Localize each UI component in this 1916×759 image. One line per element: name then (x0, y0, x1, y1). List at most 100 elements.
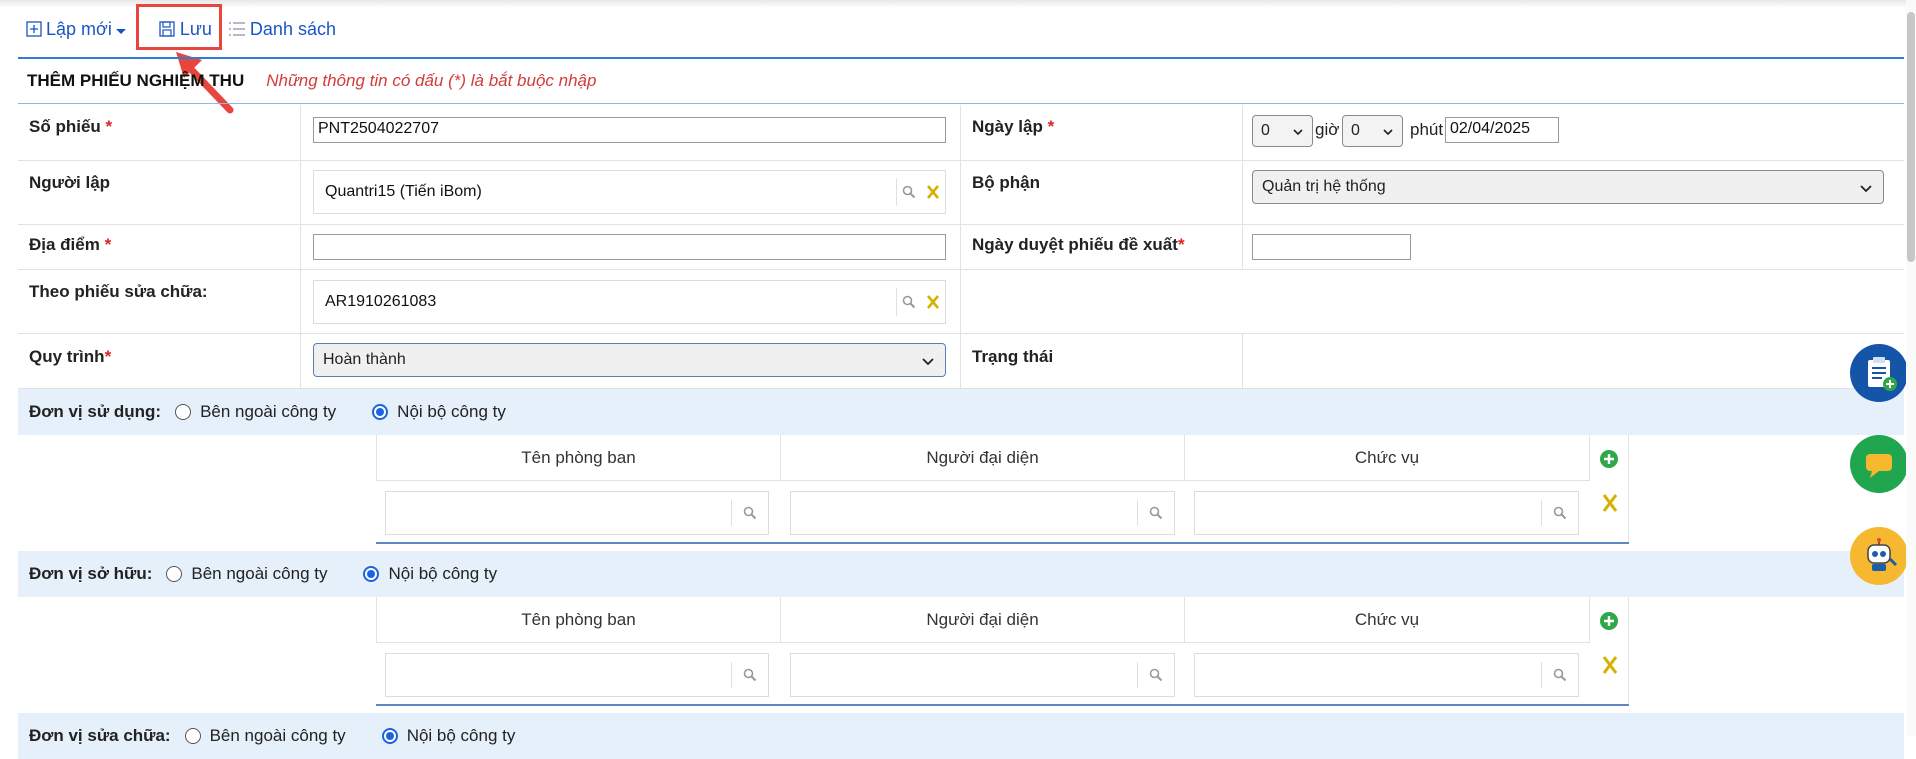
cell-value: Quản trị hệ thống (1243, 161, 1904, 224)
ngay-lap-label: Ngày lập * (972, 117, 1054, 137)
department-lookup[interactable] (385, 653, 769, 697)
search-icon[interactable] (1542, 506, 1578, 520)
chevron-down-icon (922, 358, 934, 366)
page-title: THÊM PHIẾU NGHIỆM THU (27, 71, 245, 90)
cell-label: Theo phiếu sửa chữa: (18, 270, 301, 333)
search-icon[interactable] (732, 506, 768, 520)
cell-label: Người lập (18, 161, 301, 224)
search-icon[interactable] (732, 668, 768, 682)
required-hint: Những thông tin có dấu (*) là bắt buộc n… (266, 71, 597, 90)
cell-label: Ngày lập * (961, 105, 1243, 160)
radio-label: Bên ngoài công ty (200, 402, 337, 421)
cell-value: AR1910261083 (301, 270, 961, 333)
radio-internal[interactable]: Nội bộ công ty (372, 402, 506, 422)
action-column (1590, 435, 1629, 543)
section-label: Đơn vị sở hữu: (29, 564, 153, 583)
action-column (1590, 597, 1629, 705)
ngay-duyet-input[interactable] (1252, 234, 1411, 260)
minute-value: 0 (1351, 122, 1360, 139)
radio-circle[interactable] (184, 728, 201, 744)
cell-label: Quy trình* (18, 334, 301, 388)
remove-row-icon[interactable] (1602, 655, 1618, 675)
chat-float-button[interactable] (1850, 435, 1908, 493)
radio-external[interactable]: Bên ngoài công ty (184, 726, 346, 746)
list-button[interactable]: Danh sách (228, 19, 336, 40)
search-icon[interactable] (897, 295, 921, 309)
so-phieu-input[interactable]: PNT2504022707 (313, 117, 946, 143)
minute-unit: phút (1410, 120, 1444, 139)
robot-assistant-float-button[interactable] (1850, 527, 1908, 585)
scrollbar-thumb[interactable] (1907, 12, 1915, 262)
don-vi-so-huu-table: Tên phòng ban Người đại diện Chức vụ (376, 597, 1646, 707)
add-note-float-button[interactable] (1850, 344, 1908, 402)
radio-circle-selected[interactable] (381, 728, 398, 744)
radio-label: Bên ngoài công ty (209, 726, 346, 745)
position-lookup[interactable] (1194, 653, 1579, 697)
radio-circle-selected[interactable] (372, 404, 389, 420)
quy-trinh-label: Quy trình* (29, 347, 111, 367)
minute-select[interactable]: 0 (1342, 115, 1403, 147)
cell-label: Địa điểm * (18, 225, 301, 269)
bo-phan-value: Quản trị hệ thống (1262, 178, 1386, 195)
search-icon[interactable] (1138, 506, 1174, 520)
search-icon[interactable] (1138, 668, 1174, 682)
row-theo-phieu: Theo phiếu sửa chữa: AR1910261083 (18, 270, 1904, 334)
col-department-header: Tên phòng ban (376, 597, 781, 643)
section-don-vi-su-dung: Đơn vị sử dụng: Bên ngoài công ty Nội bộ… (18, 389, 1904, 435)
chevron-down-icon (1860, 185, 1872, 193)
representative-lookup[interactable] (790, 653, 1175, 697)
list-icon (228, 22, 245, 36)
radio-external[interactable]: Bên ngoài công ty (175, 402, 336, 422)
trang-thai-label: Trạng thái (972, 347, 1054, 366)
quy-trinh-text: Quy trình (29, 347, 105, 366)
scrollbar[interactable] (1906, 0, 1916, 736)
search-icon[interactable] (897, 185, 921, 199)
radio-internal[interactable]: Nội bộ công ty (363, 564, 497, 584)
position-lookup[interactable] (1194, 491, 1579, 535)
search-icon[interactable] (1542, 668, 1578, 682)
required-mark: * (105, 117, 113, 136)
add-row-icon[interactable] (1599, 611, 1619, 631)
radio-label: Nội bộ công ty (406, 726, 516, 745)
main-form: THÊM PHIẾU NGHIỆM THU Những thông tin có… (18, 57, 1904, 759)
nguoi-lap-value: Quantri15 (Tiến iBom) (325, 183, 482, 200)
caret-down-icon[interactable] (114, 24, 128, 38)
cell-value (1243, 225, 1904, 269)
radio-circle[interactable] (175, 404, 192, 420)
radio-label: Nội bộ công ty (397, 402, 506, 421)
radio-circle-selected[interactable] (363, 566, 380, 582)
section-don-vi-so-huu: Đơn vị sở hữu: Bên ngoài công ty Nội bộ … (18, 551, 1904, 597)
clear-icon[interactable] (921, 294, 945, 310)
department-lookup[interactable] (385, 491, 769, 535)
radio-internal[interactable]: Nội bộ công ty (381, 726, 516, 746)
row-quy-trinh: Quy trình* Hoàn thành Trạng thái (18, 334, 1904, 389)
save-highlight-box (136, 4, 222, 50)
cell-value (301, 225, 961, 269)
bo-phan-select[interactable]: Quản trị hệ thống (1252, 170, 1884, 204)
radio-label: Nội bộ công ty (388, 564, 498, 583)
quy-trinh-select[interactable]: Hoàn thành (313, 343, 946, 377)
radio-external[interactable]: Bên ngoài công ty (166, 564, 327, 584)
nguoi-lap-label: Người lập (29, 173, 111, 192)
nguoi-lap-lookup[interactable]: Quantri15 (Tiến iBom) (313, 170, 946, 214)
bo-phan-label: Bộ phận (972, 173, 1040, 192)
ngay-lap-text: Ngày lập (972, 117, 1043, 136)
clipboard-add-icon (1868, 357, 1897, 391)
radio-label: Bên ngoài công ty (191, 564, 328, 583)
ngay-lap-date-input[interactable]: 02/04/2025 (1445, 117, 1559, 143)
clear-icon[interactable] (921, 184, 945, 200)
hour-value: 0 (1261, 122, 1270, 139)
hour-select[interactable]: 0 (1252, 115, 1313, 147)
cell-value: Hoàn thành (301, 334, 961, 388)
form-header: THÊM PHIẾU NGHIỆM THU Những thông tin có… (18, 59, 1904, 104)
dia-diem-input[interactable] (313, 234, 946, 260)
remove-row-icon[interactable] (1602, 493, 1618, 513)
plus-square-icon (26, 21, 42, 37)
radio-circle[interactable] (166, 566, 183, 582)
empty-cell (961, 270, 1904, 333)
add-row-icon[interactable] (1599, 449, 1619, 469)
ngay-duyet-label: Ngày duyệt phiếu đề xuất* (972, 235, 1185, 255)
representative-lookup[interactable] (790, 491, 1175, 535)
theo-phieu-lookup[interactable]: AR1910261083 (313, 280, 946, 324)
new-button[interactable]: Lập mới (26, 19, 132, 40)
